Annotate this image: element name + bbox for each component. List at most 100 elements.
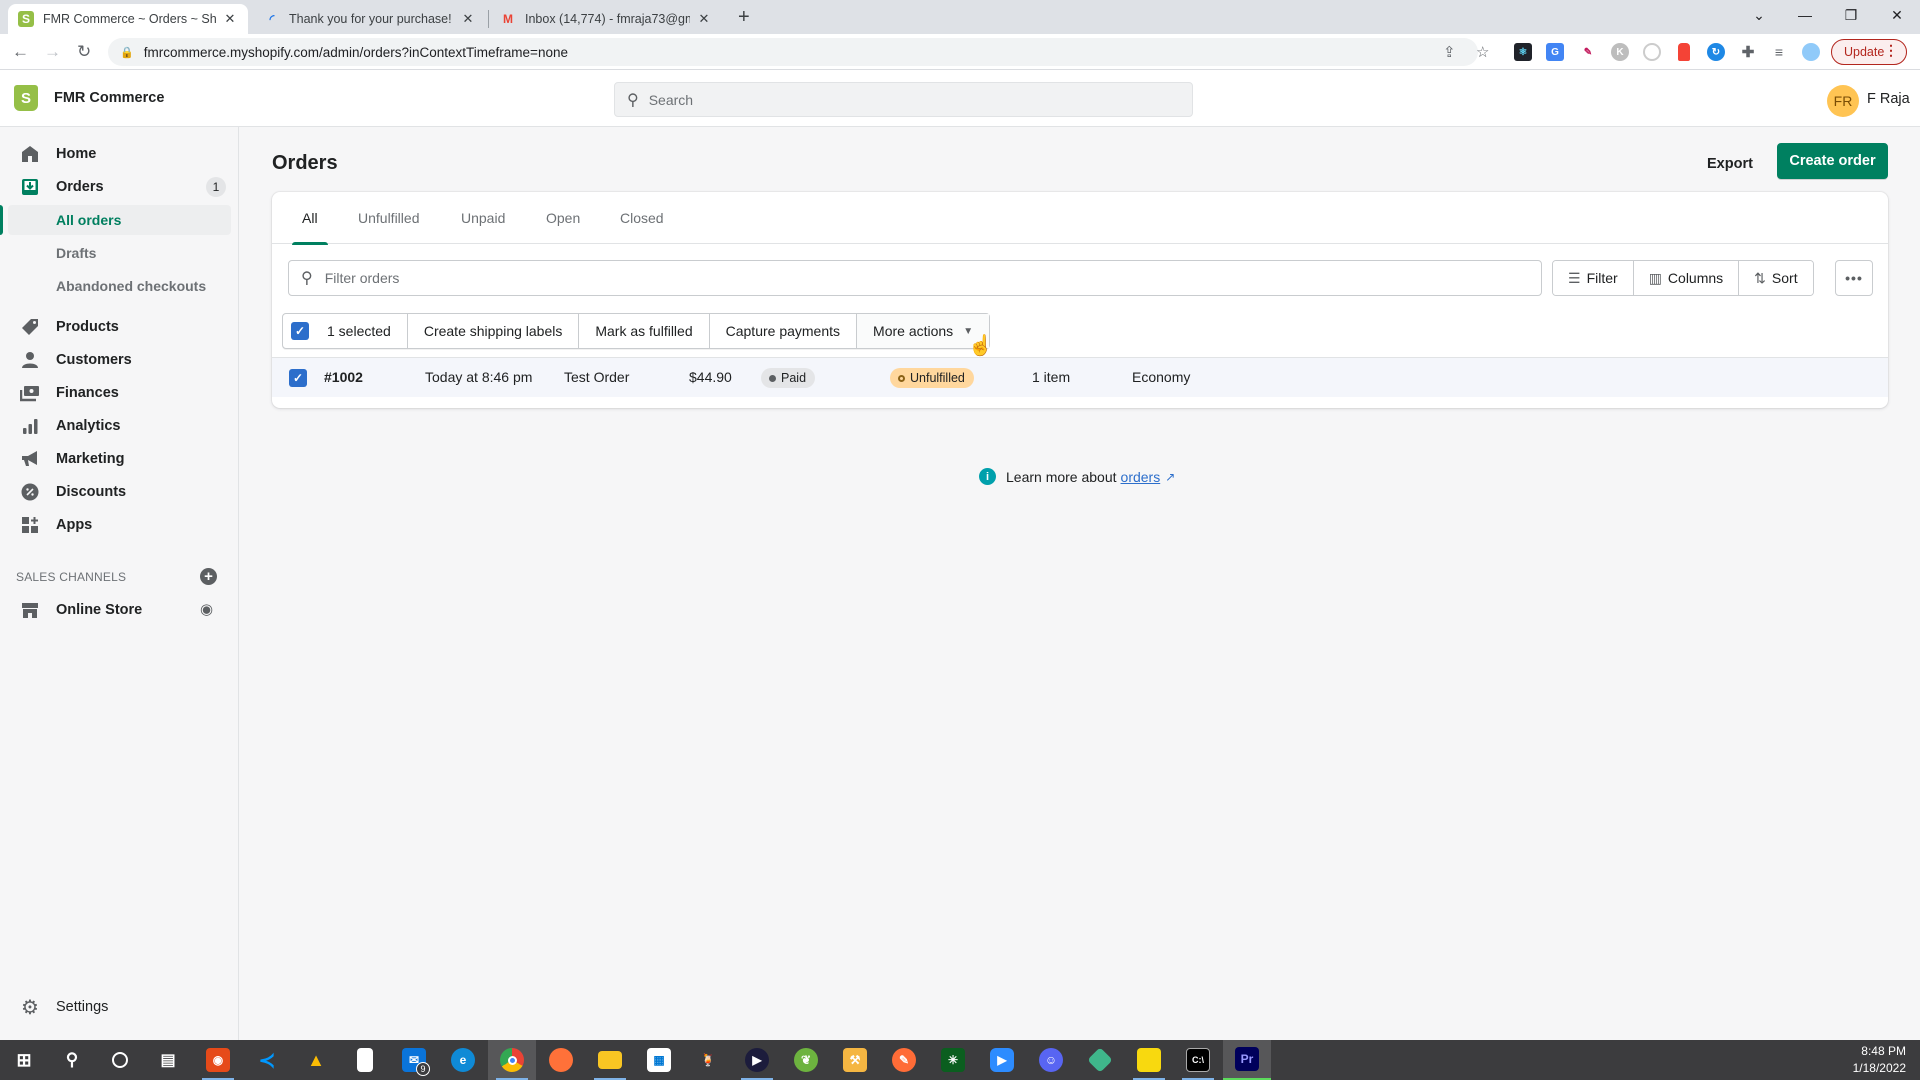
cortana-icon[interactable] [96, 1040, 144, 1080]
sidebar-item-finances[interactable]: Finances [0, 377, 232, 409]
sidebar-item-customers[interactable]: Customers [0, 344, 232, 376]
google-ads-icon[interactable]: ▲ [292, 1040, 340, 1080]
windows-start-icon[interactable]: ⊞ [0, 1040, 48, 1080]
chrome-icon[interactable] [488, 1040, 536, 1080]
spring-icon[interactable]: ❦ [782, 1040, 830, 1080]
row-checkbox[interactable]: ✓ [289, 369, 307, 387]
table-row[interactable]: ✓ #1002 Today at 8:46 pm Test Order $44.… [272, 357, 1888, 397]
edge-icon[interactable]: e [439, 1040, 487, 1080]
update-button[interactable]: Update ⋮ [1831, 39, 1907, 65]
task-view-icon[interactable]: ▤ [144, 1040, 192, 1080]
browser-tab-gmail[interactable]: M Inbox (14,774) - fmraja73@gmail ✕ [490, 4, 722, 34]
sidebar-item-apps[interactable]: Apps [0, 509, 232, 541]
share-icon[interactable]: ⇪ [1443, 43, 1456, 61]
green-app-icon[interactable]: ✳ [929, 1040, 977, 1080]
tab-unfulfilled[interactable]: Unfulfilled [358, 192, 419, 244]
mail-icon[interactable]: ✉ 9 [390, 1040, 438, 1080]
cocktail-app-icon[interactable]: 🍹 [684, 1040, 732, 1080]
sidebar-item-drafts[interactable]: Drafts [8, 238, 231, 268]
close-tab-icon[interactable]: ✕ [222, 11, 238, 27]
close-tab-icon[interactable]: ✕ [696, 11, 712, 27]
screen-recorder-icon[interactable]: ◉ [194, 1040, 242, 1080]
sidebar-item-settings[interactable]: ⚙ Settings [0, 991, 232, 1023]
discord-icon[interactable]: ☺ [1027, 1040, 1075, 1080]
zoom-icon[interactable]: ▶ [978, 1040, 1026, 1080]
extensions-puzzle-icon[interactable]: ✚ [1739, 43, 1757, 61]
filter-orders-input[interactable]: ⚲ Filter orders [288, 260, 1542, 296]
export-button[interactable]: Export [1695, 146, 1765, 182]
system-clock[interactable]: 8:48 PM 1/18/2022 [1853, 1043, 1906, 1077]
tab-unpaid[interactable]: Unpaid [461, 192, 505, 244]
address-bar[interactable]: 🔒 fmrcommerce.myshopify.com/admin/orders… [108, 38, 1489, 66]
new-tab-button[interactable]: + [738, 6, 750, 29]
chrome-menu-icon[interactable]: ⋮ [1884, 42, 1898, 59]
sidebar-item-marketing[interactable]: Marketing [0, 443, 232, 475]
create-order-button[interactable]: Create order [1777, 143, 1888, 179]
forward-icon[interactable]: → [44, 42, 61, 62]
postman-icon[interactable]: ✎ [880, 1040, 928, 1080]
bookmark-star-icon[interactable]: ☆ [1476, 43, 1489, 61]
google-translate-icon[interactable]: G [1546, 43, 1564, 61]
store-name[interactable]: FMR Commerce [54, 90, 164, 106]
profile-globe-icon[interactable] [1802, 43, 1820, 61]
select-all-checkbox[interactable]: ✓ [291, 322, 309, 340]
sidebar-item-analytics[interactable]: Analytics [0, 410, 232, 442]
mark-as-fulfilled-button[interactable]: Mark as fulfilled [579, 314, 710, 348]
minimize-icon[interactable]: — [1782, 0, 1828, 30]
terminal-icon[interactable]: C:\ [1174, 1040, 1222, 1080]
sidebar-item-abandoned-checkouts[interactable]: Abandoned checkouts [8, 271, 231, 301]
tab-search-icon[interactable]: ⌄ [1736, 0, 1782, 30]
lock-icon: 🔒 [120, 46, 134, 59]
capture-payments-button[interactable]: Capture payments [710, 314, 858, 348]
browser-tab-orders[interactable]: S FMR Commerce ~ Orders ~ Shop ✕ [8, 4, 248, 34]
media-queue-icon[interactable]: ≡ [1770, 43, 1788, 61]
restore-icon[interactable]: ❐ [1828, 0, 1874, 30]
create-shipping-labels-button[interactable]: Create shipping labels [408, 314, 580, 348]
lighthouse-icon[interactable] [1678, 43, 1690, 61]
filter-button[interactable]: ☰ Filter [1553, 261, 1634, 295]
notepad-icon[interactable] [341, 1040, 389, 1080]
color-picker-icon[interactable]: ✎ [1579, 43, 1597, 61]
more-options-button[interactable]: ••• [1835, 260, 1873, 296]
tools-icon[interactable]: ⚒ [831, 1040, 879, 1080]
target-extension-icon[interactable] [1643, 43, 1661, 61]
tab-open[interactable]: Open [546, 192, 580, 244]
ms-store-icon[interactable]: ▦ [635, 1040, 683, 1080]
columns-button[interactable]: ▥ Columns [1633, 261, 1740, 295]
sidebar-item-orders[interactable]: Orders 1 [0, 171, 232, 203]
global-search-input[interactable]: ⚲ Search [614, 82, 1193, 117]
add-sales-channel-icon[interactable]: + [200, 568, 217, 585]
status-ring-icon [898, 374, 905, 382]
k-extension-icon[interactable]: K [1611, 43, 1629, 61]
reload-icon[interactable]: ↻ [77, 42, 91, 62]
obs-icon[interactable]: ▶ [733, 1040, 781, 1080]
firefox-icon[interactable] [537, 1040, 585, 1080]
tab-closed[interactable]: Closed [620, 192, 664, 244]
sort-button[interactable]: ⇅ Sort [1739, 261, 1813, 295]
tab-all[interactable]: All [292, 192, 328, 245]
orders-help-link[interactable]: orders [1121, 469, 1161, 485]
sidebar-item-home[interactable]: Home [0, 138, 232, 170]
order-number[interactable]: #1002 [324, 369, 363, 385]
view-store-eye-icon[interactable]: ◉ [200, 600, 213, 618]
diamond-app-icon[interactable] [1076, 1040, 1124, 1080]
bulk-select-toggle[interactable]: ✓ 1 selected [283, 314, 408, 348]
close-tab-icon[interactable]: ✕ [460, 11, 476, 27]
shopify-logo-icon[interactable]: S [14, 85, 38, 111]
search-icon[interactable]: ⚲ [48, 1040, 96, 1080]
browser-tab-thank-you[interactable]: ◜ Thank you for your purchase! - F ✕ [254, 4, 486, 34]
sidebar-item-online-store[interactable]: Online Store ◉ [0, 594, 232, 626]
sticky-notes-icon[interactable] [1125, 1040, 1173, 1080]
file-explorer-icon[interactable] [586, 1040, 634, 1080]
react-devtools-icon[interactable]: ⚛ [1514, 43, 1532, 61]
vscode-icon[interactable]: ≺ [243, 1040, 291, 1080]
avatar[interactable]: FR [1827, 85, 1859, 117]
refresh-extension-icon[interactable]: ↻ [1707, 43, 1725, 61]
sidebar-item-all-orders[interactable]: All orders [8, 205, 231, 235]
premiere-pro-icon[interactable]: Pr [1223, 1040, 1271, 1080]
sidebar-item-discounts[interactable]: Discounts [0, 476, 232, 508]
close-window-icon[interactable]: ✕ [1874, 0, 1920, 30]
sidebar-item-products[interactable]: Products [0, 311, 232, 343]
back-icon[interactable]: ← [12, 42, 29, 62]
user-name[interactable]: F Raja [1867, 91, 1910, 107]
